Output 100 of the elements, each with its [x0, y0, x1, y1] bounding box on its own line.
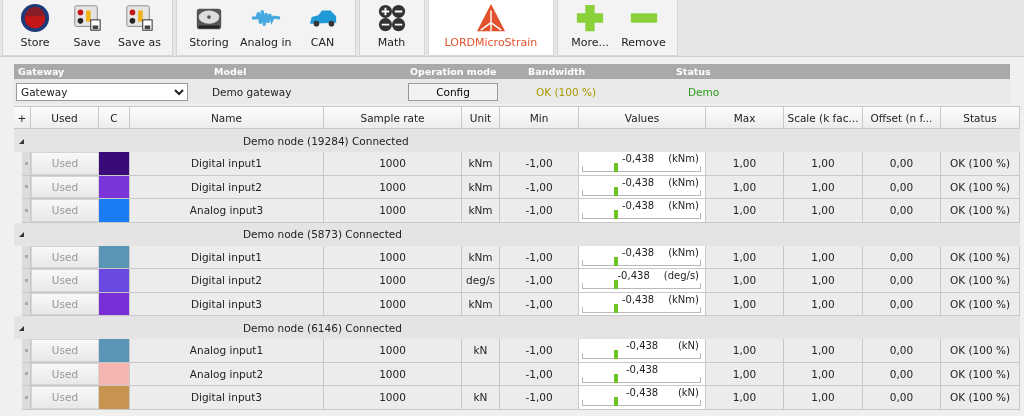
- column-header[interactable]: Sample rate: [324, 107, 462, 129]
- column-header[interactable]: Name: [130, 107, 324, 129]
- column-header[interactable]: Max: [706, 107, 784, 129]
- column-header[interactable]: Values: [579, 107, 706, 129]
- table-cell: Analog input3: [130, 199, 324, 223]
- table-cell: Digital input2: [130, 269, 324, 293]
- column-label: Gateway: [18, 66, 66, 77]
- table-cell: kNm: [462, 175, 500, 199]
- row-handle[interactable]: [22, 362, 31, 386]
- table-cell: 1,00: [706, 292, 784, 316]
- node-title: Demo node (19284) Connected: [243, 134, 409, 147]
- group-row[interactable]: Demo node (19284) Connected: [14, 129, 1020, 152]
- value-text: -0,438: [626, 340, 659, 352]
- table-cell: 1,00: [784, 269, 863, 293]
- table-cell: 1000: [324, 245, 462, 269]
- column-header[interactable]: Scale (k fac...: [784, 107, 863, 129]
- table-cell: 1,00: [784, 199, 863, 223]
- table-cell: kNm: [462, 292, 500, 316]
- table-cell: 1,00: [706, 269, 784, 293]
- table-cell: Analog input2: [130, 362, 324, 386]
- toolbar-button[interactable]: CAN: [296, 0, 349, 55]
- table-cell: 1,00: [784, 292, 863, 316]
- unit-text: (deg/s): [663, 270, 699, 282]
- column-label: Model: [214, 66, 248, 77]
- color-swatch[interactable]: [99, 292, 130, 316]
- model-text: Demo gateway: [212, 85, 292, 98]
- column-header[interactable]: Offset (n f...: [863, 107, 941, 129]
- toolbar-button[interactable]: Storing: [182, 0, 235, 55]
- table-cell: 0,00: [863, 386, 941, 410]
- color-swatch[interactable]: [99, 199, 130, 223]
- color-swatch[interactable]: [99, 152, 130, 176]
- table-cell: 0,00: [863, 339, 941, 363]
- toolbar-button[interactable]: Store: [9, 0, 61, 55]
- table-cell: 1,00: [706, 339, 784, 363]
- panel-icon: [123, 3, 156, 33]
- unit-text: (kN): [677, 340, 699, 352]
- table-cell: -1,00: [500, 152, 579, 176]
- table-cell: [462, 362, 500, 386]
- table-cell: 1,00: [784, 339, 863, 363]
- table-cell: kNm: [462, 245, 500, 269]
- table-cell: 1000: [324, 152, 462, 176]
- value-text: -0,438: [621, 176, 655, 189]
- row-handle[interactable]: [22, 339, 31, 363]
- table-cell: -1,00: [500, 362, 579, 386]
- table-cell: 1000: [324, 292, 462, 316]
- row-handle[interactable]: [22, 175, 31, 199]
- table-cell: 0,00: [863, 175, 941, 199]
- toolbar-button[interactable]: Remove: [616, 0, 671, 55]
- group-row[interactable]: Demo node (5873) Connected: [14, 222, 1020, 246]
- table-cell: -1,00: [500, 199, 579, 223]
- group-row[interactable]: Demo node (6146) Connected: [14, 316, 1020, 339]
- table-cell: 1,00: [784, 152, 863, 176]
- row-handle[interactable]: [22, 386, 31, 410]
- toolbar-button[interactable]: Save: [61, 0, 113, 55]
- color-swatch[interactable]: [99, 386, 130, 410]
- table-cell: 0,00: [863, 245, 941, 269]
- table-cell: OK (100 %): [941, 245, 1020, 269]
- row-handle[interactable]: [22, 152, 31, 176]
- color-swatch[interactable]: [99, 362, 130, 386]
- column-header[interactable]: C: [99, 107, 130, 129]
- column-label: Bandwidth: [528, 66, 587, 77]
- table-cell: -1,00: [500, 245, 579, 269]
- column-header[interactable]: Status: [941, 107, 1020, 129]
- row-handle[interactable]: [22, 199, 31, 223]
- table-cell: 0,00: [863, 199, 941, 223]
- expand-icon[interactable]: [17, 230, 25, 238]
- table-cell: Digital input2: [130, 175, 324, 199]
- color-swatch[interactable]: [99, 245, 130, 269]
- table-cell: 1,00: [784, 245, 863, 269]
- toolbar-button[interactable]: Analog in: [234, 0, 297, 55]
- value-text: -0,438: [621, 293, 655, 306]
- table-cell: Digital input1: [130, 245, 324, 269]
- row-handle[interactable]: [22, 245, 31, 269]
- table-cell: -1,00: [500, 292, 579, 316]
- unit-text: (kNm): [668, 200, 699, 212]
- triangle-logo-icon: [474, 3, 507, 33]
- table-cell: -1,00: [500, 386, 579, 410]
- unit-text: (kNm): [668, 246, 699, 259]
- table-cell: Analog input1: [130, 339, 324, 363]
- row-handle[interactable]: [22, 269, 31, 293]
- table-cell: OK (100 %): [941, 269, 1020, 293]
- color-swatch[interactable]: [99, 175, 130, 199]
- color-swatch[interactable]: [99, 339, 130, 363]
- table-cell: 1,00: [784, 362, 863, 386]
- toolbar-button[interactable]: More...: [564, 0, 617, 55]
- table-cell: 1,00: [706, 175, 784, 199]
- color-swatch[interactable]: [99, 269, 130, 293]
- toolbar-button[interactable]: Save as: [113, 0, 166, 55]
- table-cell: OK (100 %): [941, 199, 1020, 223]
- column-header[interactable]: Min: [500, 107, 579, 129]
- bandwidth-text: OK (100 %): [535, 85, 597, 98]
- unit-text: (kNm): [668, 153, 699, 165]
- column-header[interactable]: +: [14, 107, 31, 129]
- column-header[interactable]: Used: [31, 107, 99, 129]
- column-header[interactable]: Unit: [462, 107, 500, 129]
- table-cell: Digital input3: [130, 386, 324, 410]
- row-handle[interactable]: [22, 292, 31, 316]
- gateway-dropdown[interactable]: Gateway: [16, 82, 188, 101]
- config-button[interactable]: Config: [408, 82, 498, 101]
- table-cell: 0,00: [863, 292, 941, 316]
